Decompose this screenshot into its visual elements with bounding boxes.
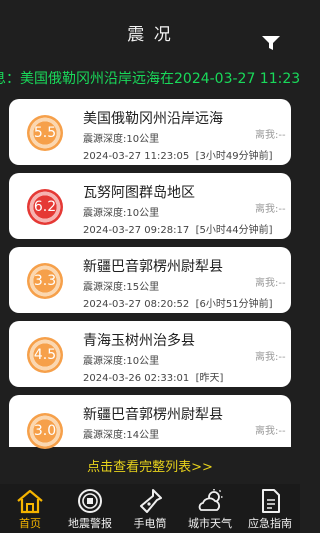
home-icon (17, 489, 43, 514)
earthquake-card[interactable]: 3.0 新疆巴音郭楞州尉犁县 震源深度:14公里 离我:-- (9, 395, 291, 449)
quake-ago: [3小时49分钟前] (195, 151, 273, 162)
app-header: 震 况 (0, 0, 300, 64)
view-full-list-link[interactable]: 点击查看完整列表>> (0, 456, 300, 476)
magnitude-badge: 5.5 (27, 115, 63, 151)
alarm-icon (78, 489, 102, 513)
nav-alarm[interactable]: 地震警报 (60, 484, 120, 533)
news-ticker[interactable]: 息：美国俄勒冈州沿岸远海在2024-03-27 11:23:05 (0, 68, 300, 90)
nav-label: 地震警报 (68, 517, 112, 530)
quake-time: 2024-03-27 08:20:52 [6小时51分钟前] (83, 295, 272, 310)
earthquake-card[interactable]: 3.3 新疆巴音郭楞州尉犁县 震源深度:15公里 2024-03-27 08:2… (9, 247, 291, 313)
nav-home[interactable]: 首页 (0, 484, 60, 533)
magnitude-badge: 3.3 (27, 263, 63, 299)
quake-ago: [5小时44分钟前] (195, 225, 273, 236)
quake-distance: 离我:-- (255, 426, 286, 437)
weather-icon (198, 489, 223, 511)
quake-distance: 离我:-- (255, 278, 286, 289)
quake-time: 2024-03-27 09:28:17 [5小时44分钟前] (83, 221, 272, 236)
quake-depth: 震源深度:10公里 (83, 356, 160, 367)
quake-depth: 震源深度:10公里 (83, 208, 160, 219)
nav-weather[interactable]: 城市天气 (180, 484, 240, 533)
page-title: 震 况 (127, 24, 173, 45)
nav-label: 应急指南 (248, 517, 292, 530)
flashlight-icon (140, 489, 162, 513)
quake-datetime: 2024-03-27 11:23:05 (83, 151, 190, 162)
quake-distance: 离我:-- (255, 204, 286, 215)
earthquake-card[interactable]: 4.5 青海玉树州治多县 震源深度:10公里 2024-03-26 02:33:… (9, 321, 291, 387)
quake-location: 瓦努阿图群岛地区 (83, 185, 195, 201)
guide-icon (262, 489, 280, 513)
nav-flashlight[interactable]: 手电筒 (120, 484, 180, 533)
quake-depth: 震源深度:15公里 (83, 282, 160, 293)
magnitude-badge: 6.2 (27, 189, 63, 225)
quake-depth: 震源深度:14公里 (83, 430, 160, 441)
quake-location: 青海玉树州治多县 (83, 333, 195, 349)
quake-location: 新疆巴音郭楞州尉犁县 (83, 259, 223, 275)
quake-location: 美国俄勒冈州沿岸远海 (83, 111, 223, 127)
earthquake-card[interactable]: 6.2 瓦努阿图群岛地区 震源深度:10公里 2024-03-27 09:28:… (9, 173, 291, 239)
quake-datetime: 2024-03-27 08:20:52 (83, 299, 190, 310)
magnitude-badge: 3.0 (27, 413, 63, 449)
magnitude-badge: 4.5 (27, 337, 63, 373)
earthquake-card[interactable]: 5.5 美国俄勒冈州沿岸远海 震源深度:10公里 2024-03-27 11:2… (9, 99, 291, 165)
quake-distance: 离我:-- (255, 352, 286, 363)
quake-distance: 离我:-- (255, 130, 286, 141)
nav-guide[interactable]: 应急指南 (240, 484, 300, 533)
nav-label: 城市天气 (188, 517, 232, 530)
quake-depth: 震源深度:10公里 (83, 134, 160, 145)
quake-time: 2024-03-27 11:23:05 [3小时49分钟前] (83, 147, 272, 162)
quake-time: 2024-03-26 02:33:01 [昨天] (83, 369, 223, 384)
quake-ago: [昨天] (195, 373, 224, 384)
quake-location: 新疆巴音郭楞州尉犁县 (83, 407, 223, 423)
nav-label: 首页 (19, 517, 41, 530)
filter-icon[interactable] (262, 36, 280, 50)
ticker-text: 息：美国俄勒冈州沿岸远海在2024-03-27 11:23:05 (0, 71, 300, 87)
bottom-nav: 首页 地震警报 手电筒 城市天气 应急指南 (0, 484, 300, 533)
quake-datetime: 2024-03-26 02:33:01 (83, 373, 190, 384)
quake-datetime: 2024-03-27 09:28:17 (83, 225, 190, 236)
quake-ago: [6小时51分钟前] (195, 299, 273, 310)
nav-label: 手电筒 (133, 517, 167, 530)
